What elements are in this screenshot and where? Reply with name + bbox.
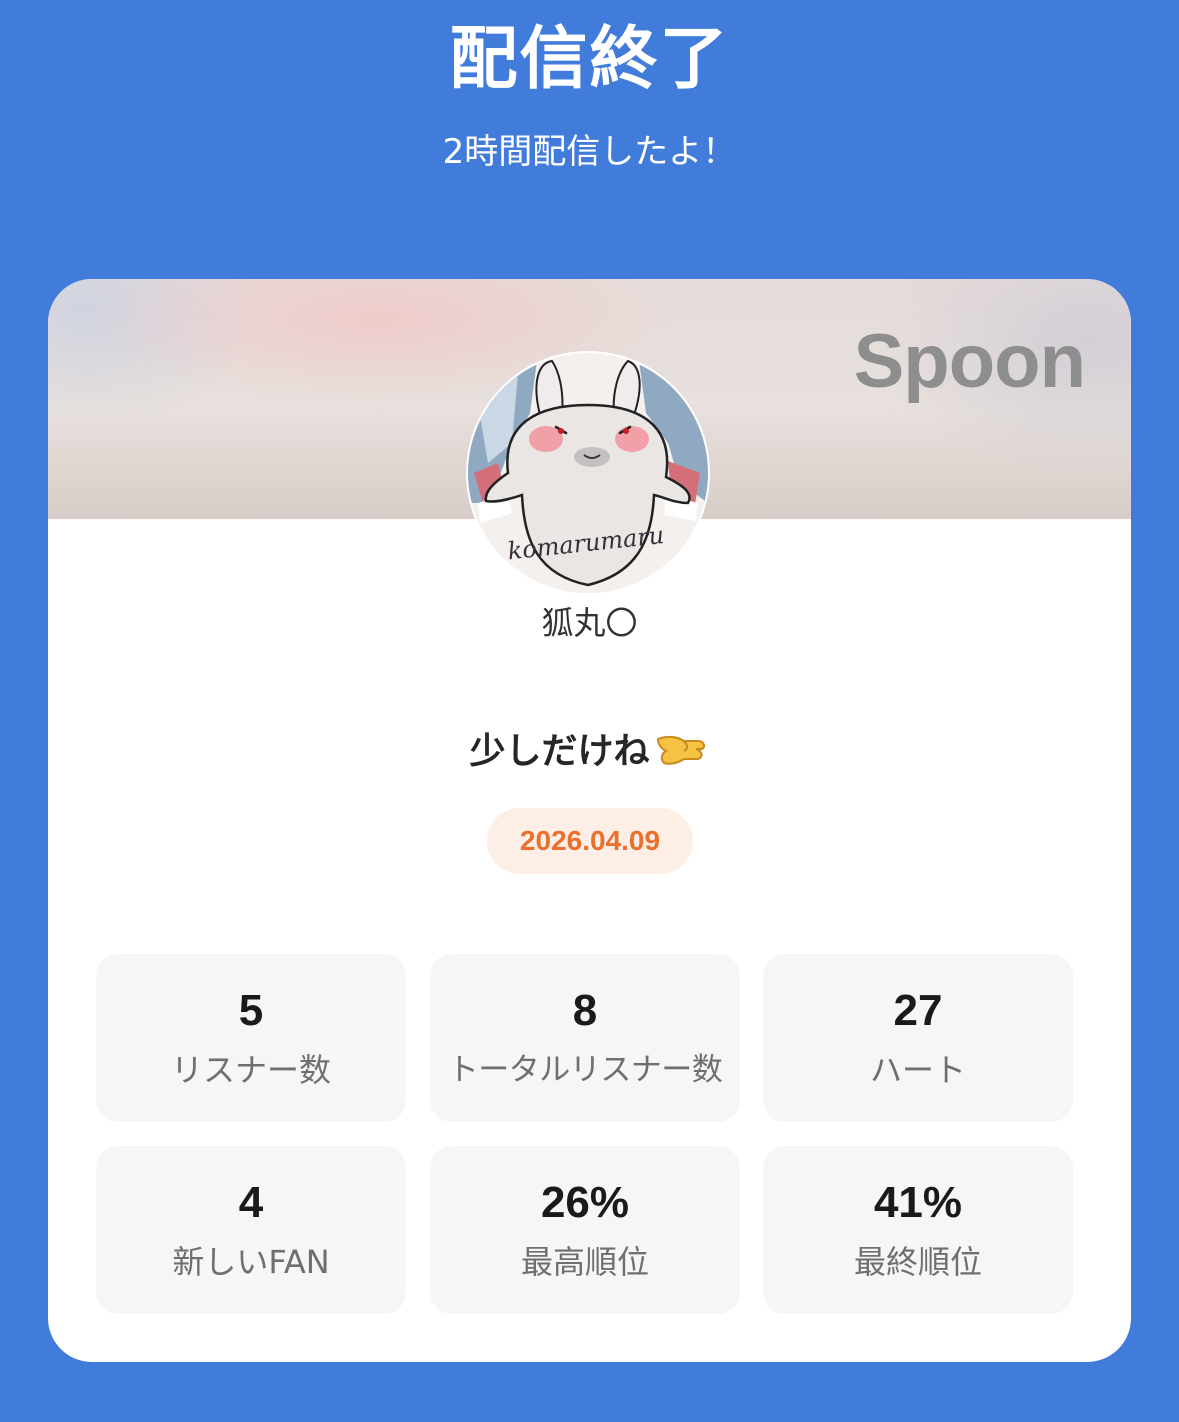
stat-value: 4 xyxy=(238,1178,264,1227)
stat-label: リスナー数 xyxy=(170,1051,331,1089)
stat-value: 41% xyxy=(873,1178,963,1227)
stat-label: 最高順位 xyxy=(520,1243,649,1281)
stat-value: 8 xyxy=(572,986,598,1035)
stat-label: 新しいFAN xyxy=(172,1243,330,1281)
stat-value: 5 xyxy=(238,986,264,1035)
stat-total-listeners: 8 トータルリスナー数 xyxy=(430,954,740,1122)
page-subtitle: 2時間配信したよ！ xyxy=(442,132,737,172)
avatar[interactable]: komarumaru xyxy=(468,353,708,593)
date-badge: 2026.04.09 xyxy=(487,808,693,874)
broadcast-title: 少しだけね xyxy=(48,727,1131,783)
stat-label: ハート xyxy=(869,1051,966,1089)
avatar-image: komarumaru xyxy=(468,353,708,593)
stat-value: 26% xyxy=(540,1178,630,1227)
spoon-logo: Spoon xyxy=(853,319,1086,404)
page-title: 配信終了 xyxy=(449,20,730,99)
stat-value: 27 xyxy=(893,986,943,1035)
pinching-hand-icon xyxy=(654,729,710,783)
broadcast-title-text: 少しだけね xyxy=(469,731,650,772)
stat-label: トータルリスナー数 xyxy=(447,1052,723,1088)
stat-highest-rank: 26% 最高順位 xyxy=(430,1146,740,1314)
broadcast-summary-card: Spoon komarumaru 狐丸〇 少しだけね 2026.04.09 5 … xyxy=(48,279,1131,1362)
stat-hearts: 27 ハート xyxy=(763,954,1073,1122)
username[interactable]: 狐丸〇 xyxy=(48,601,1131,645)
stat-listeners: 5 リスナー数 xyxy=(96,954,406,1122)
stat-new-fans: 4 新しいFAN xyxy=(96,1146,406,1314)
stat-label: 最終順位 xyxy=(853,1243,982,1281)
stat-final-rank: 41% 最終順位 xyxy=(763,1146,1073,1314)
